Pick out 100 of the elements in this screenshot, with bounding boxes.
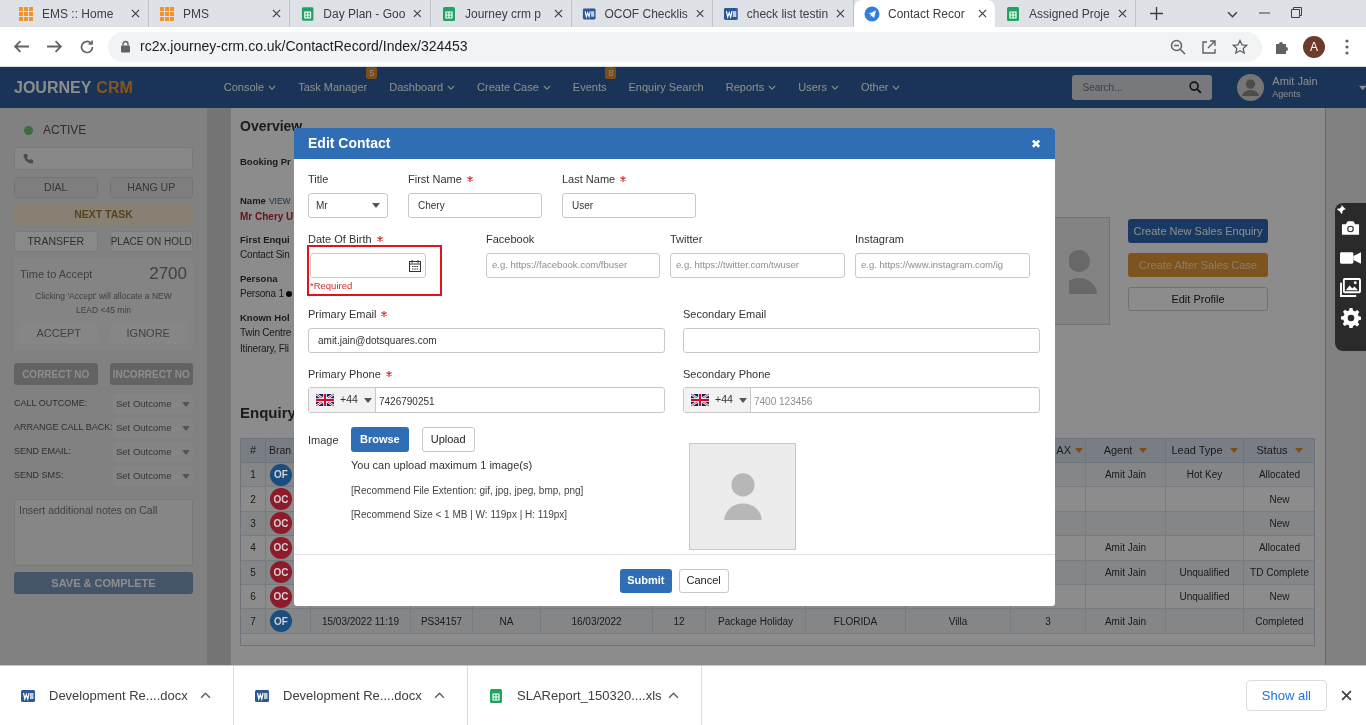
person-icon: [1069, 248, 1099, 294]
field-label: Name: [240, 194, 266, 209]
caret-icon: [182, 449, 190, 455]
view-link[interactable]: VIEW: [268, 195, 291, 208]
phone-field[interactable]: +44 7426790251: [308, 387, 665, 413]
nav-item[interactable]: Enquiry Search: [628, 79, 704, 96]
back-icon[interactable]: [13, 38, 30, 55]
reload-icon[interactable]: [79, 38, 95, 55]
next-task-button[interactable]: NEXT TASK: [14, 204, 193, 225]
table-cell-text: 4: [250, 541, 256, 556]
input-field[interactable]: User: [562, 193, 696, 218]
spreadsheet-icon: [300, 5, 316, 22]
forward-icon[interactable]: [46, 38, 63, 55]
nav-item[interactable]: Reports: [725, 79, 777, 96]
input-field[interactable]: e.g. https://facebook.com/fbuser: [486, 253, 660, 278]
table-cell-text: New: [1269, 516, 1290, 531]
search-icon[interactable]: [1189, 81, 1203, 94]
upload-button[interactable]: Upload: [421, 427, 475, 452]
user-role: Agents: [1272, 87, 1302, 101]
field-value: Itinerary, Fli: [240, 342, 289, 357]
gallery-icon[interactable]: [1340, 278, 1361, 297]
nav-item[interactable]: Users: [798, 79, 839, 96]
phone-field[interactable]: +44 7400 123456: [683, 387, 1040, 413]
settings-icon[interactable]: [1340, 308, 1361, 328]
close-icon[interactable]: [978, 9, 987, 18]
video-camera-icon[interactable]: [1340, 251, 1361, 265]
close-icon[interactable]: [1118, 9, 1127, 18]
close-icon[interactable]: [131, 9, 140, 18]
close-icon[interactable]: [1341, 690, 1352, 701]
address-bar[interactable]: rc2x.journey-crm.co.uk/ContactRecord/Index/324453: [108, 31, 1262, 62]
lock-icon: [120, 40, 131, 53]
caret-icon: [1139, 448, 1148, 453]
table-cell-text: Unqualified: [1179, 590, 1230, 605]
column-header[interactable]: Status: [1244, 439, 1314, 462]
hang-up-button[interactable]: HANG UP: [109, 177, 193, 198]
pin-icon[interactable]: [1337, 205, 1346, 214]
close-button[interactable]: ✖: [1031, 134, 1041, 153]
notes-field[interactable]: Insert additional notes on Call: [14, 499, 193, 566]
input-field[interactable]: e.g. https://www.instagram.com/ig: [855, 253, 1030, 278]
field-label: Secondary Phone: [683, 367, 771, 381]
column-header[interactable]: Lead Type: [1166, 439, 1244, 462]
date-field[interactable]: [310, 253, 426, 278]
caret-icon[interactable]: [434, 692, 445, 699]
close-icon[interactable]: [272, 9, 281, 18]
close-icon[interactable]: [695, 9, 704, 18]
dial-button[interactable]: DIAL: [14, 177, 98, 198]
download-item[interactable]: SLAReport_150320....xls: [517, 685, 668, 706]
caret-icon[interactable]: [200, 692, 211, 699]
search-field[interactable]: Search...: [1072, 75, 1213, 100]
tab-search-icon[interactable]: [1227, 11, 1238, 18]
camera-icon[interactable]: [1341, 220, 1360, 236]
table-cell-text: TD Complete: [1250, 565, 1309, 580]
user-avatar[interactable]: [1237, 71, 1265, 104]
title-select[interactable]: Mr: [308, 193, 388, 218]
action-button[interactable]: Create New Sales Enquiry: [1128, 219, 1268, 243]
brand-badge: OC: [270, 512, 292, 535]
input-field[interactable]: Chery: [408, 193, 542, 218]
close-icon[interactable]: [836, 9, 845, 18]
uk-flag-icon: [316, 394, 334, 406]
profile-avatar[interactable]: A: [1303, 35, 1325, 58]
grid-icon: [18, 5, 34, 22]
input-field[interactable]: [683, 328, 1040, 353]
restore-icon[interactable]: [1291, 7, 1302, 18]
column-header[interactable]: #: [241, 439, 266, 462]
phone-input[interactable]: [14, 147, 193, 170]
close-icon[interactable]: [554, 9, 563, 18]
transfer-button[interactable]: TRANSFER: [14, 231, 98, 252]
cancel-button[interactable]: Cancel: [678, 568, 729, 593]
caret-icon: [182, 473, 190, 479]
nav-item[interactable]: Task Manager: [298, 79, 368, 96]
input-field[interactable]: e.g. https://twitter.com/twuser: [670, 253, 845, 278]
caret-icon[interactable]: [668, 692, 679, 699]
column-header[interactable]: Agent: [1086, 439, 1166, 462]
nav-item[interactable]: Dashboard: [389, 79, 456, 96]
nav-item[interactable]: Console: [223, 79, 277, 96]
nav-item[interactable]: Events: [572, 79, 607, 96]
zoom-out-icon[interactable]: [1170, 38, 1186, 55]
close-icon[interactable]: [413, 9, 422, 18]
show-all-button[interactable]: Show all: [1245, 680, 1327, 711]
table-cell-text: NA: [499, 614, 514, 629]
download-item[interactable]: Development Re....docx: [283, 685, 434, 706]
download-item[interactable]: Development Re....docx: [49, 685, 200, 706]
submit-button[interactable]: Submit: [620, 568, 672, 593]
more-icon[interactable]: [1345, 38, 1349, 55]
share-icon[interactable]: [1201, 38, 1217, 55]
caret-icon[interactable]: [1358, 84, 1366, 91]
nav-item[interactable]: Create Case: [477, 79, 551, 96]
hold-button[interactable]: PLACE ON HOLD: [109, 231, 193, 252]
new-tab-icon[interactable]: [1150, 7, 1163, 20]
action-button[interactable]: Edit Profile: [1128, 287, 1268, 311]
save-complete-button[interactable]: SAVE & COMPLETE: [14, 572, 193, 594]
calendar-icon[interactable]: [409, 259, 421, 272]
nav-item[interactable]: Other: [860, 79, 901, 96]
field-label: Primary Phone: [308, 367, 381, 381]
browse-button[interactable]: Browse: [351, 427, 409, 452]
input-field[interactable]: amit.jain@dotsquares.com: [308, 328, 665, 353]
browser-tab[interactable]: Contact Recor: [854, 0, 995, 27]
star-icon[interactable]: [1232, 38, 1248, 55]
count-badge: 5: [366, 67, 378, 80]
table-cell-text: 16/03/2022: [571, 614, 622, 629]
